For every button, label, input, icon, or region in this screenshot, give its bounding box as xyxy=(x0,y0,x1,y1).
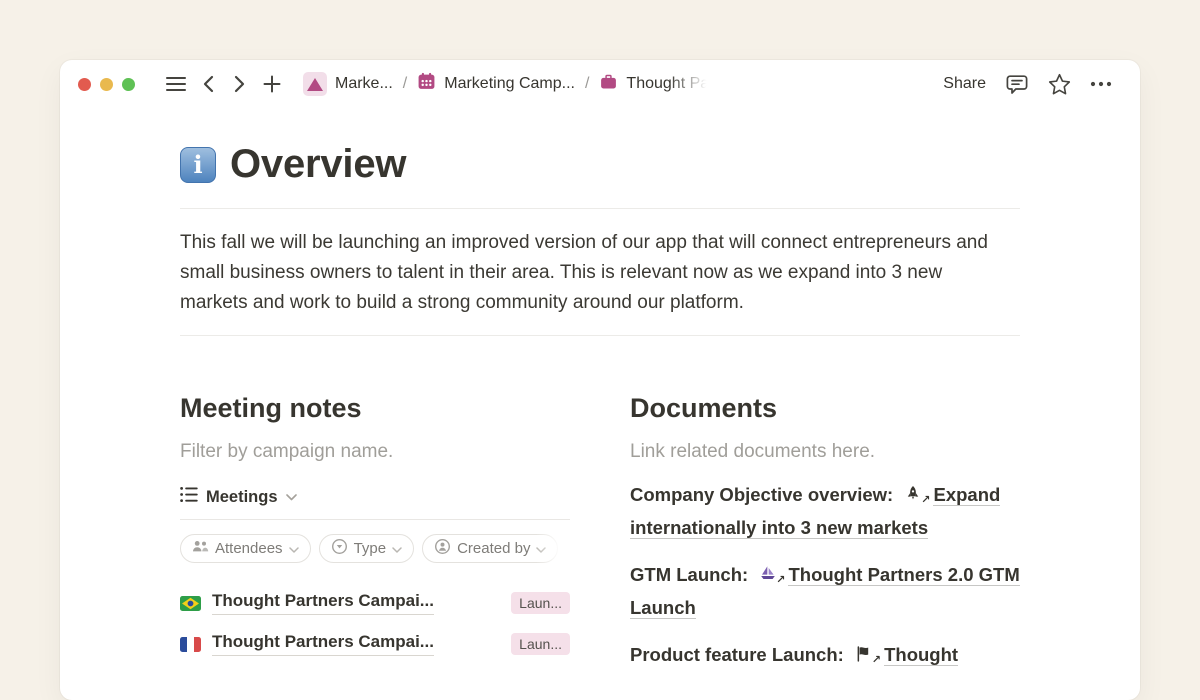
calendar-icon xyxy=(417,72,436,96)
notion-window: Marke... / Marketing Camp... / Thought P… xyxy=(60,60,1140,700)
breadcrumb-label: Thought Pa xyxy=(626,75,709,93)
star-icon xyxy=(1048,73,1071,95)
documents-caption: Link related documents here. xyxy=(630,440,1020,464)
comment-icon xyxy=(1006,74,1028,95)
window-topbar: Marke... / Marketing Camp... / Thought P… xyxy=(60,60,1140,108)
france-flag-icon xyxy=(180,637,201,652)
breadcrumb-separator: / xyxy=(585,75,589,93)
filter-chip-label: Type xyxy=(354,540,387,557)
meeting-notes-heading: Meeting notes xyxy=(180,392,570,424)
breadcrumb: Marke... / Marketing Camp... / Thought P… xyxy=(299,70,713,98)
breadcrumb-label: Marketing Camp... xyxy=(444,75,575,93)
share-button[interactable]: Share xyxy=(935,71,994,97)
chevron-down-icon xyxy=(536,540,546,557)
page-content: i Overview This fall we will be launchin… xyxy=(60,108,1140,673)
more-icon xyxy=(1090,81,1112,87)
document-item: Product feature Launch: ↗ Thought xyxy=(630,638,1020,671)
meetings-table: Thought Partners Campai... Laun... Thoug… xyxy=(180,591,570,656)
chevron-left-icon xyxy=(202,75,214,93)
meeting-notes-column: Meeting notes Filter by campaign name. M… xyxy=(180,392,570,673)
view-divider xyxy=(180,519,570,520)
link-arrow-icon: ↗ xyxy=(921,495,930,506)
table-row[interactable]: Thought Partners Campai... Laun... xyxy=(180,632,570,656)
meetings-view-tab[interactable]: Meetings xyxy=(180,486,570,508)
hamburger-icon xyxy=(166,76,186,92)
intro-divider xyxy=(180,335,1020,336)
person-circle-icon xyxy=(434,538,451,559)
documents-heading: Documents xyxy=(630,392,1020,424)
link-arrow-icon: ↗ xyxy=(872,655,881,666)
filter-created-by-chip[interactable]: Created by xyxy=(422,534,558,563)
table-row[interactable]: Thought Partners Campai... Laun... xyxy=(180,591,570,615)
topbar-actions xyxy=(1004,71,1120,97)
document-label: Company Objective overview: xyxy=(630,484,893,505)
breadcrumb-label: Marke... xyxy=(335,75,393,93)
back-button[interactable] xyxy=(195,71,221,97)
title-divider xyxy=(180,208,1020,209)
intro-paragraph: This fall we will be launching an improv… xyxy=(180,228,1010,318)
campaign-tag[interactable]: Laun... xyxy=(511,633,570,655)
page-title: Overview xyxy=(230,142,406,187)
chevron-down-icon xyxy=(286,488,297,506)
rocket-icon: ↗ xyxy=(904,485,922,503)
documents-column: Documents Link related documents here. C… xyxy=(630,392,1020,673)
meeting-page-link[interactable]: Thought Partners Campai... xyxy=(212,591,434,615)
link-arrow-icon: ↗ xyxy=(776,575,785,586)
document-label: GTM Launch: xyxy=(630,564,748,585)
chevron-down-icon xyxy=(392,540,402,557)
more-options-button[interactable] xyxy=(1088,71,1114,97)
sidebar-toggle-button[interactable] xyxy=(163,71,189,97)
document-label: Product feature Launch: xyxy=(630,644,844,665)
document-item: Company Objective overview: ↗ Expand int… xyxy=(630,478,1020,544)
filter-chip-label: Created by xyxy=(457,540,530,557)
comments-button[interactable] xyxy=(1004,71,1030,97)
brazil-flag-icon xyxy=(180,596,201,611)
chevron-down-icon xyxy=(289,540,299,557)
breadcrumb-item-workspace[interactable]: Marke... xyxy=(299,70,397,98)
two-column-layout: Meeting notes Filter by campaign name. M… xyxy=(180,392,1020,673)
page-title-row: i Overview xyxy=(180,142,1020,187)
plus-icon xyxy=(263,75,281,93)
campaign-tag[interactable]: Laun... xyxy=(511,592,570,614)
favorite-button[interactable] xyxy=(1046,71,1072,97)
list-view-icon xyxy=(180,486,198,508)
forward-button[interactable] xyxy=(227,71,253,97)
meeting-page-link[interactable]: Thought Partners Campai... xyxy=(212,632,434,656)
filter-attendees-chip[interactable]: Attendees xyxy=(180,534,311,563)
breadcrumb-item-marketing-campaigns[interactable]: Marketing Camp... xyxy=(413,70,579,98)
meeting-notes-caption: Filter by campaign name. xyxy=(180,440,570,464)
breadcrumb-separator: / xyxy=(403,75,407,93)
briefcase-icon xyxy=(599,72,618,96)
breadcrumb-item-current-page[interactable]: Thought Pa xyxy=(595,70,713,98)
window-controls xyxy=(78,78,135,91)
minimize-window-button[interactable] xyxy=(100,78,113,91)
fullscreen-window-button[interactable] xyxy=(122,78,135,91)
chevron-right-icon xyxy=(234,75,246,93)
document-page-link[interactable]: Thought xyxy=(884,644,958,666)
type-circle-icon xyxy=(331,538,348,559)
new-page-button[interactable] xyxy=(259,71,285,97)
close-window-button[interactable] xyxy=(78,78,91,91)
black-flag-icon: ↗ xyxy=(855,645,873,663)
filter-chip-label: Attendees xyxy=(215,540,283,557)
people-icon xyxy=(192,540,209,558)
sailboat-icon: ↗ xyxy=(759,565,777,583)
info-emoji-icon[interactable]: i xyxy=(180,147,216,183)
workspace-triangle-logo-icon xyxy=(303,72,327,96)
document-item: GTM Launch: ↗ Thought Partners 2.0 GTM L… xyxy=(630,558,1020,624)
filter-chip-row: Attendees Type xyxy=(180,534,570,564)
filter-type-chip[interactable]: Type xyxy=(319,534,415,563)
meetings-view-label: Meetings xyxy=(206,488,278,507)
